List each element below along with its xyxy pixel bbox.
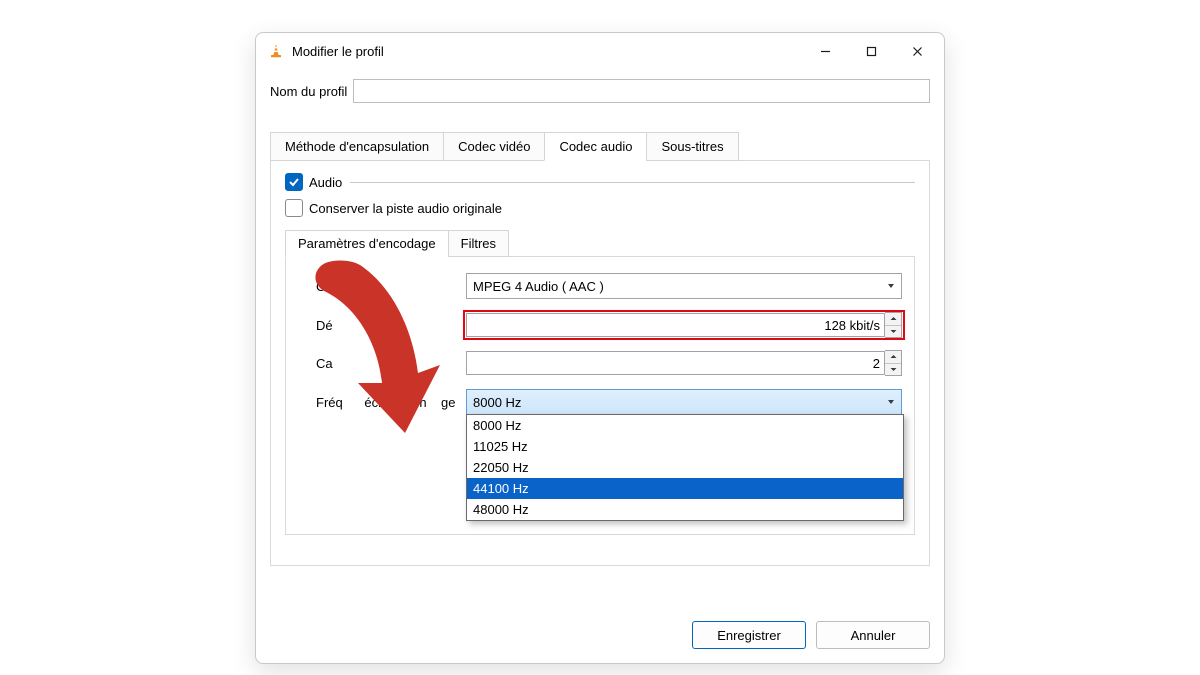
channels-spinbuttons[interactable] (885, 350, 902, 376)
channels-value: 2 (873, 356, 880, 371)
maximize-button[interactable] (848, 35, 894, 67)
audio-checkbox-label: Audio (309, 175, 342, 190)
codec-combo[interactable]: MPEG 4 Audio ( AAC ) (466, 273, 902, 299)
tab-subtitles[interactable]: Sous-titres (646, 132, 738, 161)
samplerate-combo[interactable]: 8000 Hz 8000 Hz11025 Hz22050 Hz44100 Hz4… (466, 389, 902, 415)
titlebar: Modifier le profil (256, 33, 944, 69)
keep-original-checkbox[interactable] (285, 199, 303, 217)
subtab-filters[interactable]: Filtres (448, 230, 509, 257)
subtab-encoding[interactable]: Paramètres d'encodage (285, 230, 448, 257)
dialog-window: Modifier le profil Nom du profil Méthode… (255, 32, 945, 664)
codec-label: Coc (316, 279, 466, 294)
spin-down-icon[interactable] (885, 326, 901, 338)
samplerate-row: Fréq échantillon ge 8000 Hz 8000 Hz11025… (316, 389, 902, 415)
samplerate-option[interactable]: 11025 Hz (467, 436, 903, 457)
window-title: Modifier le profil (292, 44, 802, 59)
samplerate-option[interactable]: 22050 Hz (467, 457, 903, 478)
bitrate-label: Dé (316, 318, 466, 333)
group-divider (350, 182, 915, 183)
tabs-outer: Méthode d'encapsulation Codec vidéo Code… (270, 131, 930, 161)
chevron-down-icon (887, 282, 895, 290)
keep-original-row: Conserver la piste audio originale (285, 199, 915, 217)
bitrate-value: 128 kbit/s (824, 318, 880, 333)
codec-value: MPEG 4 Audio ( AAC ) (473, 279, 887, 294)
samplerate-value: 8000 Hz (473, 395, 887, 410)
samplerate-label: Fréq échantillon ge (316, 395, 466, 410)
cancel-button[interactable]: Annuler (816, 621, 930, 649)
subtabs: Paramètres d'encodage Filtres (285, 227, 915, 257)
bitrate-spinbuttons[interactable] (885, 312, 902, 338)
spin-up-icon[interactable] (885, 351, 901, 364)
audio-group-heading: Audio (285, 173, 915, 191)
tab-content-audio: Audio Conserver la piste audio originale… (270, 161, 930, 566)
spin-up-icon[interactable] (885, 313, 901, 326)
keep-original-label: Conserver la piste audio originale (309, 201, 502, 216)
profile-name-label: Nom du profil (270, 84, 347, 99)
profile-name-input[interactable] (353, 79, 930, 103)
channels-label: Ca (316, 356, 466, 371)
dialog-footer: Enregistrer Annuler (692, 621, 930, 649)
bitrate-row: Dé 128 kbit/s (316, 313, 902, 337)
vlc-icon (268, 43, 284, 59)
close-button[interactable] (894, 35, 940, 67)
tab-audio-codec[interactable]: Codec audio (544, 132, 646, 161)
tab-encapsulation[interactable]: Méthode d'encapsulation (270, 132, 443, 161)
samplerate-option[interactable]: 8000 Hz (467, 415, 903, 436)
samplerate-dropdown[interactable]: 8000 Hz11025 Hz22050 Hz44100 Hz48000 Hz (466, 414, 904, 521)
audio-checkbox[interactable] (285, 173, 303, 191)
samplerate-option[interactable]: 48000 Hz (467, 499, 903, 520)
profile-name-row: Nom du profil (270, 79, 930, 103)
channels-spinbox[interactable]: 2 (466, 351, 902, 375)
chevron-down-icon (887, 398, 895, 406)
bitrate-spinbox[interactable]: 128 kbit/s (466, 313, 902, 337)
codec-row: Coc MPEG 4 Audio ( AAC ) (316, 273, 902, 299)
minimize-button[interactable] (802, 35, 848, 67)
spin-down-icon[interactable] (885, 364, 901, 376)
channels-row: Ca 2 (316, 351, 902, 375)
tab-video-codec[interactable]: Codec vidéo (443, 132, 544, 161)
encoding-panel: Coc MPEG 4 Audio ( AAC ) Dé 128 kbit/s (285, 257, 915, 535)
save-button[interactable]: Enregistrer (692, 621, 806, 649)
samplerate-option[interactable]: 44100 Hz (467, 478, 903, 499)
